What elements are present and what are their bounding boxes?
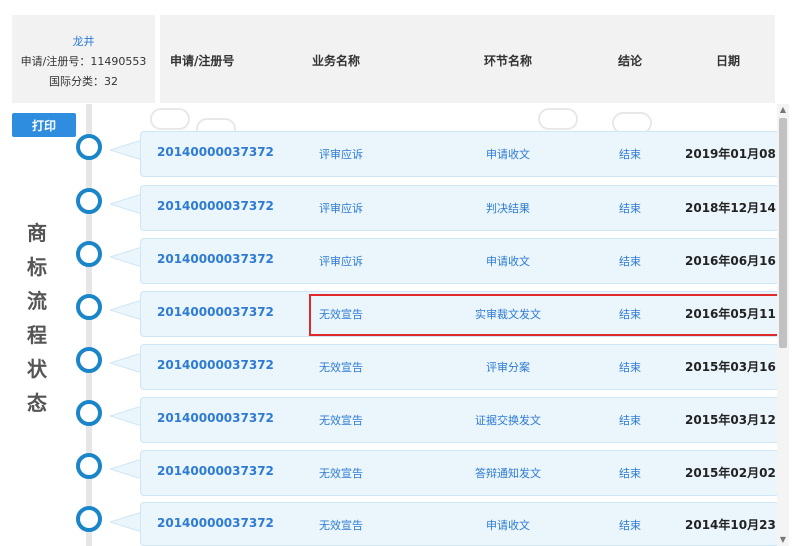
row-result: 结束 [619, 255, 641, 268]
row-date: 2018年12月14日 [685, 201, 788, 215]
row-date: 2019年01月08日 [685, 147, 788, 161]
table-row-highlighted[interactable]: 20140000037372 无效宣告 实审裁文发文 结束 2016年05月11… [140, 291, 788, 337]
row-step: 申请收文 [486, 255, 530, 268]
row-date: 2015年02月02日 [685, 466, 788, 480]
timeline-rows: 20140000037372 评审应诉 申请收文 结束 2019年01月08日 … [0, 0, 799, 546]
timeline-node [76, 188, 102, 214]
row-date: 2015年03月12日 [685, 413, 788, 427]
row-app-no: 20140000037372 [157, 145, 274, 159]
row-date: 2015年03月16日 [685, 360, 788, 374]
table-row[interactable]: 20140000037372 无效宣告 申请收文 结束 2014年10月23日 [140, 502, 788, 546]
row-date: 2016年05月11日 [685, 307, 788, 321]
row-step: 申请收文 [486, 519, 530, 532]
connector-arrow [110, 459, 142, 479]
row-result: 结束 [619, 148, 641, 161]
vertical-scrollbar[interactable]: ▲ ▼ [777, 104, 789, 546]
timeline-node [76, 453, 102, 479]
row-date: 2014年10月23日 [685, 518, 788, 532]
scroll-up-arrow-icon[interactable]: ▲ [777, 104, 789, 116]
timeline-node [76, 241, 102, 267]
row-business: 无效宣告 [319, 467, 363, 480]
row-result: 结束 [619, 308, 641, 321]
row-date: 2016年06月16日 [685, 254, 788, 268]
timeline-node [76, 347, 102, 373]
row-app-no: 20140000037372 [157, 464, 274, 478]
row-business: 评审应诉 [319, 148, 363, 161]
table-row[interactable]: 20140000037372 评审应诉 判决结果 结束 2018年12月14日 [140, 185, 788, 231]
timeline-node [76, 134, 102, 160]
row-app-no: 20140000037372 [157, 252, 274, 266]
table-row[interactable]: 20140000037372 无效宣告 证据交换发文 结束 2015年03月12… [140, 397, 788, 443]
row-step: 申请收文 [486, 148, 530, 161]
row-result: 结束 [619, 202, 641, 215]
scroll-down-arrow-icon[interactable]: ▼ [777, 534, 789, 546]
row-step: 答辩通知发文 [475, 467, 541, 480]
connector-arrow [110, 406, 142, 426]
table-row[interactable]: 20140000037372 评审应诉 申请收文 结束 2016年06月16日 [140, 238, 788, 284]
row-business: 无效宣告 [319, 308, 363, 321]
row-app-no: 20140000037372 [157, 305, 274, 319]
row-step: 评审分案 [486, 361, 530, 374]
connector-arrow [110, 194, 142, 214]
row-result: 结束 [619, 519, 641, 532]
connector-arrow [110, 300, 142, 320]
row-step: 判决结果 [486, 202, 530, 215]
connector-arrow [110, 353, 142, 373]
row-app-no: 20140000037372 [157, 411, 274, 425]
timeline-node [76, 400, 102, 426]
connector-arrow [110, 247, 142, 267]
scroll-thumb[interactable] [779, 118, 787, 348]
table-row[interactable]: 20140000037372 无效宣告 评审分案 结束 2015年03月16日 [140, 344, 788, 390]
timeline-node [76, 294, 102, 320]
connector-arrow [110, 512, 142, 532]
row-business: 无效宣告 [319, 414, 363, 427]
row-result: 结束 [619, 361, 641, 374]
table-row[interactable]: 20140000037372 评审应诉 申请收文 结束 2019年01月08日 [140, 131, 788, 177]
row-business: 评审应诉 [319, 202, 363, 215]
table-row[interactable]: 20140000037372 无效宣告 答辩通知发文 结束 2015年02月02… [140, 450, 788, 496]
connector-arrow [110, 140, 142, 160]
row-app-no: 20140000037372 [157, 199, 274, 213]
row-business: 评审应诉 [319, 255, 363, 268]
row-app-no: 20140000037372 [157, 516, 274, 530]
timeline-node [76, 506, 102, 532]
row-result: 结束 [619, 414, 641, 427]
row-step: 证据交换发文 [475, 414, 541, 427]
row-business: 无效宣告 [319, 361, 363, 374]
row-step: 实审裁文发文 [475, 308, 541, 321]
row-app-no: 20140000037372 [157, 358, 274, 372]
row-result: 结束 [619, 467, 641, 480]
row-business: 无效宣告 [319, 519, 363, 532]
